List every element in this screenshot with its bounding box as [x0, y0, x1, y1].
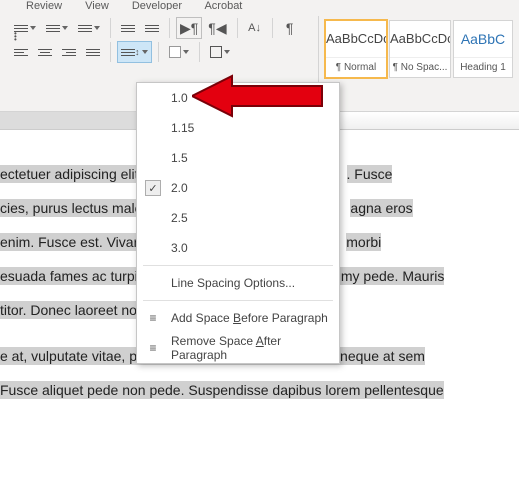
space-before-icon: ≡ [145, 310, 161, 326]
style-label: ¶ No Spac... [390, 57, 450, 77]
sort-button[interactable]: A↓ [244, 17, 266, 39]
remove-space-after-paragraph[interactable]: ≡ Remove Space After Paragraph [137, 333, 339, 363]
style-preview: AaBbCcDc [326, 21, 386, 57]
body-text: cies, purus lectus male [0, 199, 142, 217]
style-no-spacing[interactable]: AaBbCcDc ¶ No Spac... [389, 20, 451, 78]
multilevel-list-button[interactable] [74, 17, 104, 39]
line-spacing-options[interactable]: Line Spacing Options... [137, 268, 339, 298]
borders-button[interactable] [206, 41, 234, 63]
rtl-direction-button[interactable]: ¶◀ [204, 17, 230, 39]
body-text: Fusce aliquet pede non pede. Suspendisse… [0, 381, 444, 399]
tab-developer[interactable]: Developer [132, 0, 182, 10]
spacing-option-2.5[interactable]: 2.5 [137, 203, 339, 233]
ribbon-tabs: Review View Developer Acrobat [0, 0, 519, 10]
tab-review[interactable]: Review [26, 0, 62, 10]
body-text: . Fusce [347, 165, 393, 183]
body-text: enim. Fusce est. Vivar [0, 233, 138, 251]
align-right-button[interactable] [58, 41, 80, 63]
shading-button[interactable] [165, 41, 193, 63]
line-spacing-menu: 1.0 1.15 1.5 ✓ 2.0 2.5 3.0 Line Spacing … [136, 82, 340, 364]
justify-button[interactable] [82, 41, 104, 63]
style-preview: AaBbC [454, 21, 512, 57]
align-left-button[interactable] [10, 41, 32, 63]
spacing-option-1.15[interactable]: 1.15 [137, 113, 339, 143]
line-spacing-button[interactable]: ↕ [117, 41, 152, 63]
tab-view[interactable]: View [85, 0, 109, 10]
styles-gallery[interactable]: AaBbCcDc ¶ Normal AaBbCcDc ¶ No Spac... … [319, 16, 519, 102]
body-text: ectetuer adipiscing elit [0, 165, 139, 183]
body-text: agna eros [350, 199, 412, 217]
body-text: morbi [346, 233, 381, 251]
style-label: Heading 1 [454, 57, 512, 77]
style-preview: AaBbCcDc [390, 21, 450, 57]
increase-indent-button[interactable] [141, 17, 163, 39]
spacing-option-1.5[interactable]: 1.5 [137, 143, 339, 173]
align-center-button[interactable] [34, 41, 56, 63]
style-heading1[interactable]: AaBbC Heading 1 [453, 20, 513, 78]
tab-acrobat[interactable]: Acrobat [204, 0, 242, 10]
check-icon: ✓ [145, 180, 161, 196]
style-label: ¶ Normal [326, 57, 386, 77]
ltr-direction-button[interactable]: ▶¶ [176, 17, 202, 39]
spacing-option-1.0[interactable]: 1.0 [137, 83, 339, 113]
add-space-before-paragraph[interactable]: ≡ Add Space Before Paragraph [137, 303, 339, 333]
show-hide-marks-button[interactable]: ¶ [279, 17, 301, 39]
space-after-icon: ≡ [145, 340, 161, 356]
decrease-indent-button[interactable] [117, 17, 139, 39]
spacing-option-2.0[interactable]: ✓ 2.0 [137, 173, 339, 203]
bullets-button[interactable] [10, 17, 40, 39]
numbering-button[interactable] [42, 17, 72, 39]
style-normal[interactable]: AaBbCcDc ¶ Normal [325, 20, 387, 78]
spacing-option-3.0[interactable]: 3.0 [137, 233, 339, 263]
